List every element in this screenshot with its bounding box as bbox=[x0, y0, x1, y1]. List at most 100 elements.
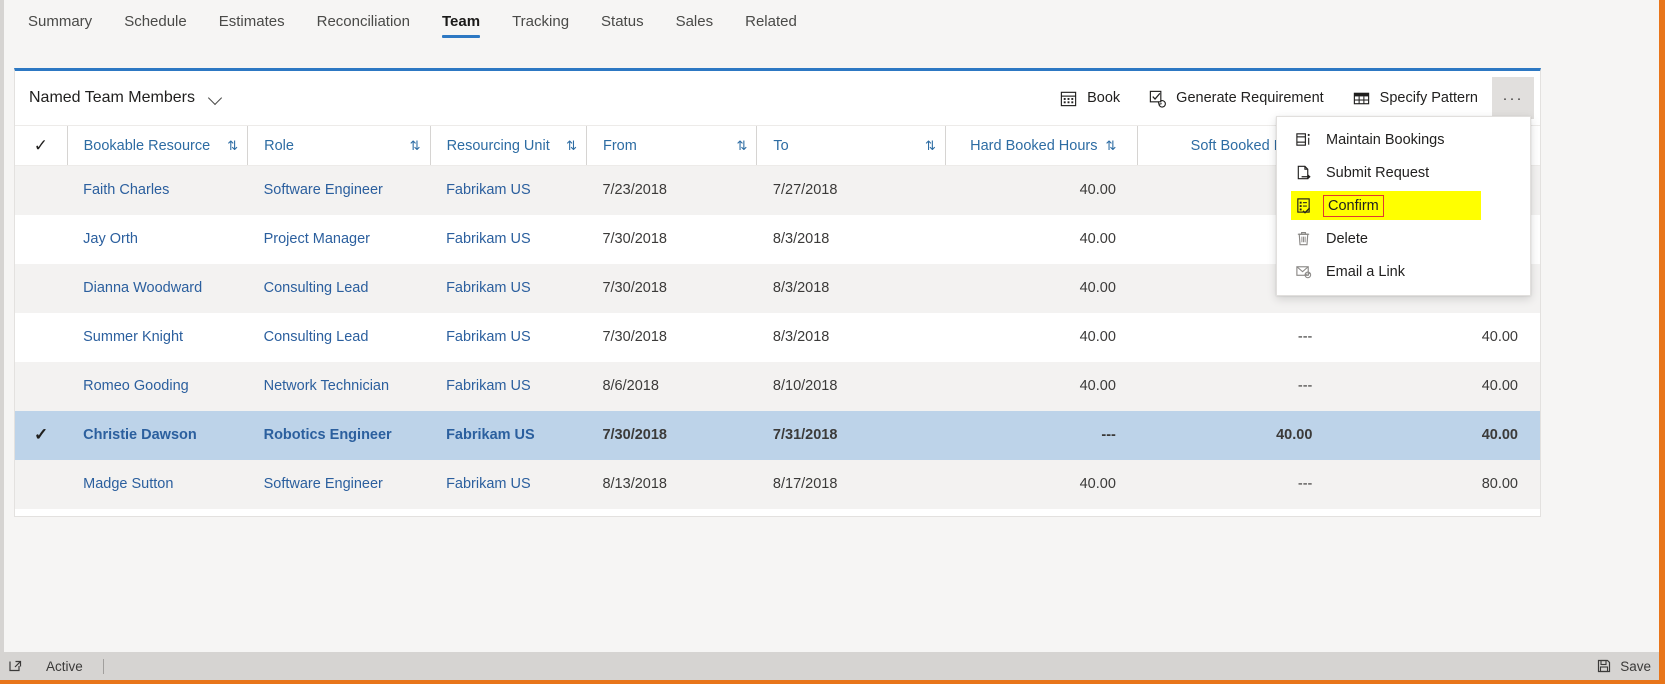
cell-resourcing-unit[interactable]: Fabrikam US bbox=[430, 362, 586, 411]
column-header-resourcing-unit[interactable]: Resourcing Unit ⇅ bbox=[429, 125, 587, 166]
bottom-frame-edge bbox=[0, 680, 1665, 684]
form-tab-strip: Summary Schedule Estimates Reconciliation Te… bbox=[0, 0, 1665, 48]
menu-item-submit-request[interactable]: Submit Request bbox=[1277, 156, 1530, 189]
sort-icon[interactable]: ⇅ bbox=[217, 138, 238, 154]
menu-item-label: Confirm bbox=[1323, 194, 1384, 217]
cell-to: 8/17/2018 bbox=[772, 476, 838, 492]
tab-related[interactable]: Related bbox=[729, 0, 813, 48]
column-label[interactable]: Bookable Resource bbox=[84, 138, 211, 154]
calendar-icon bbox=[1060, 91, 1077, 106]
table-row[interactable]: Romeo Gooding Network Technician Fabrikam … bbox=[15, 361, 1540, 411]
cell-role[interactable]: Network Technician bbox=[248, 362, 430, 411]
right-frame-edge bbox=[1659, 0, 1665, 684]
save-button[interactable]: Save bbox=[1596, 658, 1651, 674]
menu-item-label: Delete bbox=[1326, 230, 1368, 247]
column-header-from[interactable]: From ⇅ bbox=[585, 125, 757, 166]
table-row[interactable]: Summer Knight Consulting Lead Fabrikam US 7… bbox=[15, 313, 1540, 362]
tab-reconciliation[interactable]: Reconciliation bbox=[301, 0, 426, 48]
cell-resourcing-unit[interactable]: Fabrikam US bbox=[430, 166, 586, 215]
column-label[interactable]: To bbox=[773, 138, 788, 154]
column-header-to[interactable]: To ⇅ bbox=[756, 125, 946, 166]
specify-pattern-label: Specify Pattern bbox=[1379, 90, 1478, 106]
cell-bookable-resource[interactable]: Dianna Woodward bbox=[67, 264, 247, 313]
cell-bookable-resource[interactable]: Summer Knight bbox=[67, 313, 247, 362]
cell-total-hours: 40.00 bbox=[1481, 427, 1518, 443]
cell-hard-booked-hours: 40.00 bbox=[1079, 329, 1116, 345]
cell-to: 8/3/2018 bbox=[772, 280, 830, 296]
cell-soft-booked-hours: --- bbox=[1297, 329, 1313, 345]
view-selector[interactable]: Named Team Members bbox=[29, 89, 222, 107]
book-button[interactable]: Book bbox=[1045, 71, 1134, 125]
more-commands-button[interactable]: ··· bbox=[1492, 77, 1534, 119]
cell-from: 7/23/2018 bbox=[602, 182, 667, 199]
cell-resourcing-unit[interactable]: Fabrikam US bbox=[430, 411, 586, 460]
tab-sales[interactable]: Sales bbox=[660, 0, 730, 48]
cell-bookable-resource[interactable]: Romeo Gooding bbox=[67, 362, 247, 411]
sort-icon[interactable]: ⇅ bbox=[915, 138, 936, 154]
book-button-label: Book bbox=[1087, 90, 1121, 106]
sort-icon[interactable]: ⇅ bbox=[556, 138, 577, 154]
tab-tracking[interactable]: Tracking bbox=[496, 0, 585, 48]
column-label[interactable]: Role bbox=[264, 138, 294, 154]
record-state-label: Active bbox=[46, 658, 83, 674]
cell-role[interactable]: Robotics Engineer bbox=[248, 411, 430, 460]
row-select-checkbox[interactable] bbox=[15, 313, 67, 362]
table-row[interactable]: ✓ Christie Dawson Robotics Engineer Fabrika… bbox=[15, 410, 1540, 460]
table-row[interactable]: Madge Sutton Software Engineer Fabrikam US… bbox=[15, 459, 1540, 509]
menu-item-maintain-bookings[interactable]: Maintain Bookings bbox=[1277, 123, 1530, 156]
cell-role[interactable]: Consulting Lead bbox=[248, 264, 430, 313]
cell-bookable-resource[interactable]: Faith Charles bbox=[67, 166, 247, 215]
cell-bookable-resource[interactable]: Madge Sutton bbox=[67, 460, 247, 509]
sort-icon[interactable]: ⇅ bbox=[400, 138, 421, 154]
menu-item-delete[interactable]: Delete bbox=[1277, 222, 1530, 255]
column-label[interactable]: From bbox=[603, 138, 637, 154]
row-select-checkbox[interactable] bbox=[15, 264, 67, 313]
cell-resourcing-unit[interactable]: Fabrikam US bbox=[430, 264, 586, 313]
cell-hard-booked-hours: 40.00 bbox=[1079, 182, 1116, 199]
column-label[interactable]: Resourcing Unit bbox=[447, 138, 550, 154]
tab-team[interactable]: Team bbox=[426, 0, 496, 48]
row-select-checkbox[interactable]: ✓ bbox=[15, 411, 67, 460]
cell-role[interactable]: Software Engineer bbox=[248, 166, 430, 215]
cell-hard-booked-hours: 40.00 bbox=[1079, 378, 1116, 394]
tab-status[interactable]: Status bbox=[585, 0, 660, 48]
column-header-hard-booked-hours[interactable]: Hard Booked Hours ⇅ bbox=[944, 125, 1138, 166]
cell-bookable-resource[interactable]: Jay Orth bbox=[67, 215, 247, 264]
select-all-check-icon[interactable]: ✓ bbox=[34, 137, 48, 154]
cell-total-hours: 80.00 bbox=[1481, 476, 1518, 492]
cell-role[interactable]: Consulting Lead bbox=[248, 313, 430, 362]
cell-bookable-resource[interactable]: Christie Dawson bbox=[67, 411, 247, 460]
tab-estimates[interactable]: Estimates bbox=[203, 0, 301, 48]
menu-item-email-a-link[interactable]: Email a Link bbox=[1277, 255, 1530, 288]
cell-role[interactable]: Software Engineer bbox=[248, 460, 430, 509]
column-header-bookable-resource[interactable]: Bookable Resource ⇅ bbox=[66, 125, 248, 166]
sort-icon[interactable]: ⇅ bbox=[727, 138, 748, 154]
cell-total-hours: 40.00 bbox=[1481, 378, 1518, 394]
cell-resourcing-unit[interactable]: Fabrikam US bbox=[430, 460, 586, 509]
cell-resourcing-unit[interactable]: Fabrikam US bbox=[430, 215, 586, 264]
row-select-checkbox[interactable] bbox=[15, 460, 67, 509]
chevron-down-icon[interactable] bbox=[209, 92, 222, 105]
column-label[interactable]: Hard Booked Hours bbox=[970, 138, 1097, 154]
cell-soft-booked-hours: --- bbox=[1297, 476, 1313, 492]
table-grid-icon bbox=[1353, 92, 1369, 104]
sort-icon[interactable]: ⇅ bbox=[1105, 138, 1116, 154]
tab-schedule[interactable]: Schedule bbox=[108, 0, 203, 48]
column-header-role[interactable]: Role ⇅ bbox=[247, 125, 431, 166]
cell-role[interactable]: Project Manager bbox=[248, 215, 430, 264]
cell-total-hours: 40.00 bbox=[1481, 329, 1518, 345]
select-all-header[interactable]: ✓ bbox=[15, 125, 68, 166]
row-select-checkbox[interactable] bbox=[15, 362, 67, 411]
cell-resourcing-unit[interactable]: Fabrikam US bbox=[430, 313, 586, 362]
row-select-checkbox[interactable] bbox=[15, 166, 67, 215]
row-select-checkbox[interactable] bbox=[15, 215, 67, 264]
menu-item-confirm[interactable]: Confirm bbox=[1277, 189, 1530, 222]
cell-to: 7/31/2018 bbox=[772, 427, 838, 443]
cell-hard-booked-hours: 40.00 bbox=[1079, 476, 1116, 492]
checkbox-refresh-icon bbox=[1149, 90, 1167, 108]
maintain-bookings-icon bbox=[1296, 133, 1310, 146]
tab-summary[interactable]: Summary bbox=[12, 0, 108, 48]
trash-icon bbox=[1297, 231, 1310, 246]
popout-icon[interactable] bbox=[8, 658, 24, 674]
cell-to: 8/3/2018 bbox=[772, 329, 830, 345]
